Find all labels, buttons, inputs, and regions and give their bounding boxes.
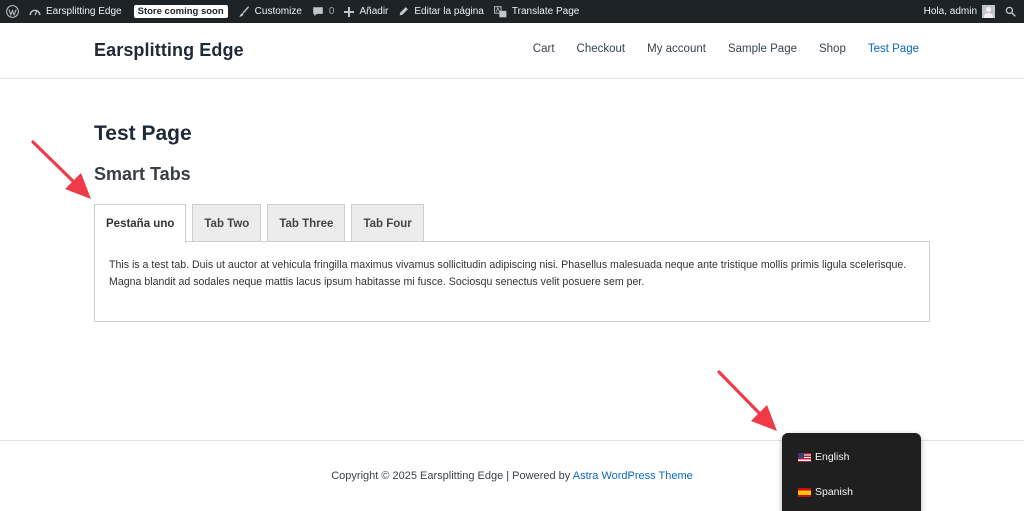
add-new-label: Añadir [359,6,389,17]
tab-list: Pestaña uno Tab Two Tab Three Tab Four [94,204,430,243]
nav-item-test-page[interactable]: Test Page [868,43,919,55]
site-title-link[interactable]: Earsplitting Edge [94,40,244,61]
tab-panel: This is a test tab. Duis ut auctor at ve… [94,241,930,322]
avatar [982,5,995,18]
nav-item-my-account[interactable]: My account [647,43,706,55]
plus-icon [344,6,355,17]
comments-button[interactable]: 0 [307,0,340,23]
language-switcher-menu: English Spanish [782,433,921,511]
customize-button[interactable]: Customize [233,0,307,23]
comments-count: 0 [328,6,335,17]
greeting-label: Hola, admin [923,6,977,17]
red-arrow-icon [717,370,777,431]
site-name-label: Earsplitting Edge [46,6,122,17]
edit-page-button[interactable]: Editar la página [393,0,489,23]
pencil-icon [398,6,409,17]
my-account-menu[interactable]: Hola, admin [919,0,1000,23]
edit-page-label: Editar la página [414,6,484,17]
tab-two[interactable]: Tab Two [192,204,262,242]
translate-page-button[interactable]: Translate Page [489,0,584,23]
site-name-menu[interactable]: Earsplitting Edge [24,0,127,23]
astra-theme-link[interactable]: Astra WordPress Theme [573,470,693,482]
customize-label: Customize [254,6,302,17]
translate-icon [493,5,507,18]
nav-item-sample-page[interactable]: Sample Page [728,43,797,55]
search-icon [1005,6,1016,17]
language-option-spanish[interactable]: Spanish [798,486,853,498]
store-badge-label: Store coming soon [133,5,228,18]
dashboard-icon [29,6,41,17]
language-label-english: English [815,451,850,463]
admin-bar: Earsplitting Edge Store coming soon Cust… [0,0,1024,23]
language-label-spanish: Spanish [815,486,853,498]
language-option-english[interactable]: English [798,451,849,463]
nav-item-checkout[interactable]: Checkout [577,43,626,55]
copyright-prefix: Copyright © 2025 Earsplitting Edge | Pow… [331,470,571,482]
tab-three[interactable]: Tab Three [267,204,346,242]
nav-item-shop[interactable]: Shop [819,43,846,55]
tab-pestana-uno[interactable]: Pestaña uno [94,204,187,243]
red-arrow-icon [31,140,91,199]
add-new-button[interactable]: Añadir [339,0,393,23]
wordpress-logo-button[interactable] [0,0,24,23]
page-title: Test Page [94,122,192,145]
wordpress-logo-icon [6,5,19,18]
primary-navigation: Cart Checkout My account Sample Page Sho… [511,43,919,55]
nav-item-cart[interactable]: Cart [533,43,555,55]
translate-page-label: Translate Page [511,6,580,17]
tab-panel-text: This is a test tab. Duis ut auctor at ve… [109,259,907,288]
site-header: Earsplitting Edge Cart Checkout My accou… [0,23,1024,79]
us-flag-icon [798,452,811,462]
admin-search-button[interactable] [1000,0,1024,23]
es-flag-icon [798,487,811,497]
store-coming-soon-badge[interactable]: Store coming soon [127,0,233,23]
comment-bubble-icon [312,6,324,17]
tab-four[interactable]: Tab Four [351,204,424,242]
brush-icon [238,5,250,18]
smart-tabs-heading: Smart Tabs [94,164,191,184]
